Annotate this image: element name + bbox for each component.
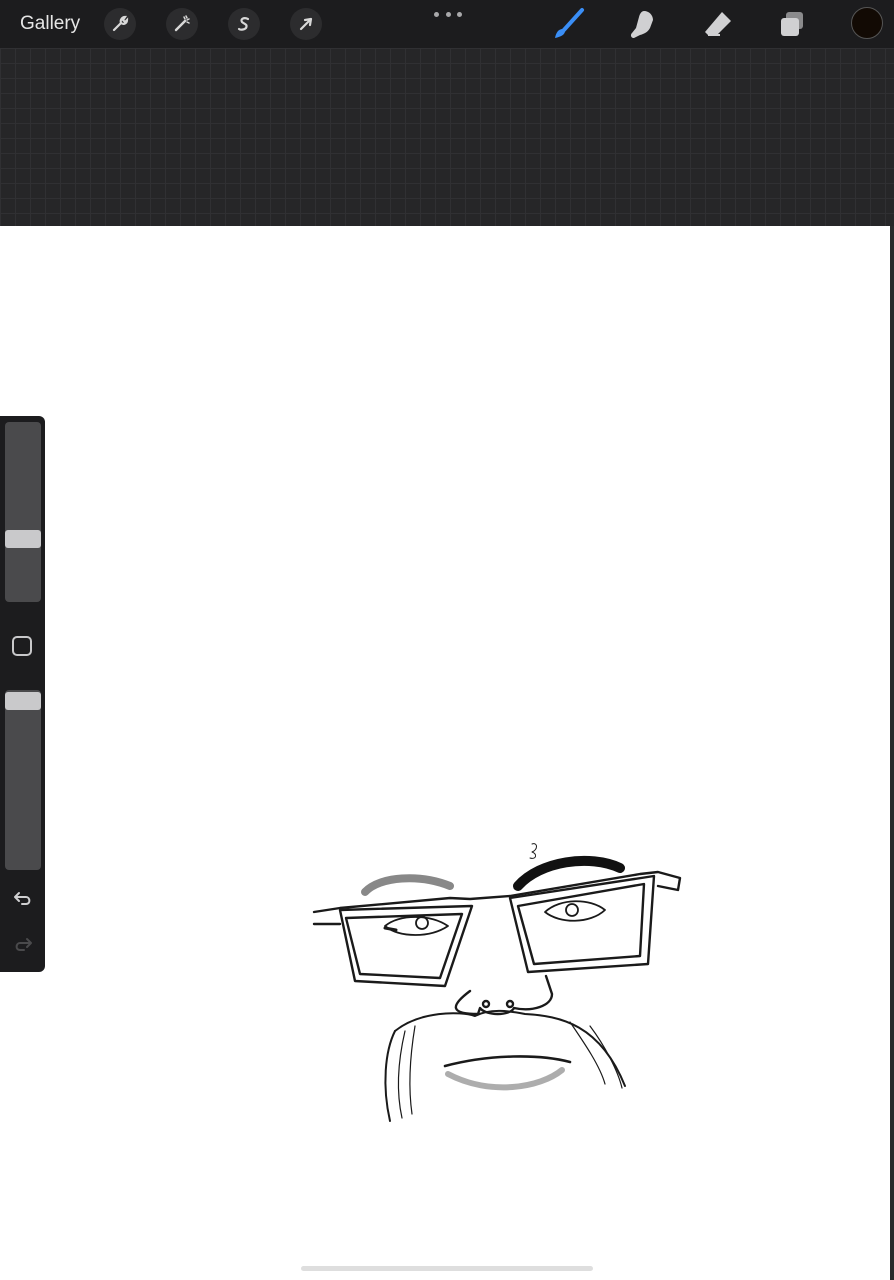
ellipsis-dot [457,11,462,17]
adjustments-button[interactable] [166,8,198,40]
selection-button[interactable] [228,8,260,40]
brush-tool-button[interactable] [550,6,586,42]
selection-s-icon [237,17,250,31]
smudge-finger-icon [630,11,653,38]
redo-button[interactable] [9,930,37,958]
brush-size-slider[interactable] [5,422,41,602]
eraser-icon [705,12,731,36]
arrow-cursor-icon [299,17,313,31]
layers-icon [781,12,803,36]
wrench-icon [112,15,129,32]
top-toolbar: Gallery [0,0,894,48]
undo-button[interactable] [9,884,37,912]
gallery-button[interactable]: Gallery [20,12,80,36]
color-picker-button[interactable] [851,7,883,39]
smudge-tool-button[interactable] [624,6,660,42]
ellipsis-icon [434,11,439,17]
workspace-grid-background [0,48,894,226]
canvas-edge [890,226,894,1280]
modify-button[interactable] [12,636,32,656]
magic-wand-icon [174,15,190,32]
transform-button[interactable] [290,8,322,40]
face-sketch [312,843,682,1122]
left-sidebar [0,416,45,972]
undo-icon [14,892,31,905]
brush-size-slider-knob[interactable] [5,530,41,548]
ellipsis-dot [445,11,451,17]
opacity-slider-knob[interactable] [5,692,41,710]
layers-button[interactable] [774,6,810,42]
eraser-tool-button[interactable] [700,6,736,42]
brush-icon [555,8,584,38]
home-indicator[interactable] [301,1266,593,1271]
drawing-canvas[interactable] [0,226,890,1280]
actions-button[interactable] [104,8,136,40]
redo-icon [15,938,32,951]
more-options-button[interactable] [434,8,462,20]
opacity-slider[interactable] [5,690,41,870]
